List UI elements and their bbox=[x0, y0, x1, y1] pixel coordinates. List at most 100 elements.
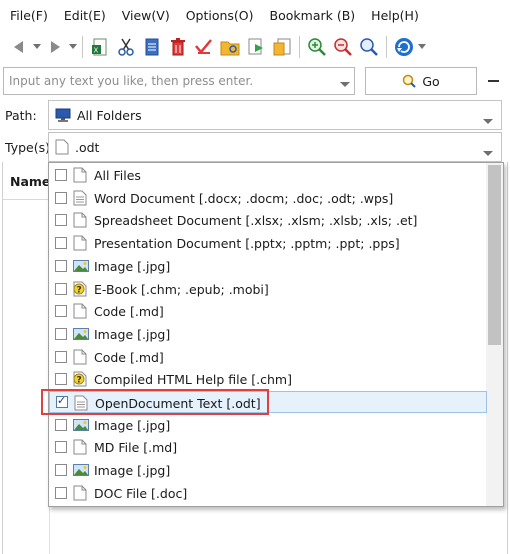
back-dropdown-icon[interactable] bbox=[32, 34, 42, 60]
selected-item-highlight bbox=[41, 389, 269, 415]
types-row: Type(s): .odt bbox=[0, 132, 510, 162]
go-button-label: Go bbox=[422, 73, 440, 89]
type-list-item-label: Image [.jpg] bbox=[94, 258, 171, 274]
image-icon bbox=[73, 462, 89, 478]
type-list-item-label: Spreadsheet Document [.xlsx; .xlsm; .xls… bbox=[94, 213, 418, 229]
blank-doc-icon bbox=[73, 349, 89, 365]
help-doc-icon: ? bbox=[73, 371, 89, 387]
menu-bar: File(F) Edit(E) View(V) Options(O) Bookm… bbox=[0, 0, 510, 32]
checkbox[interactable] bbox=[55, 441, 67, 454]
chevron-down-icon[interactable] bbox=[483, 145, 493, 160]
type-list-item[interactable]: Spreadsheet Document [.xlsx; .xlsm; .xls… bbox=[49, 209, 487, 231]
blank-doc-icon bbox=[73, 167, 89, 183]
toolbar: X bbox=[0, 32, 510, 62]
search-combobox[interactable] bbox=[3, 67, 355, 95]
svg-text:?: ? bbox=[77, 376, 82, 386]
types-value: .odt bbox=[75, 139, 100, 155]
type-list-item-label: DOC File [.doc] bbox=[94, 485, 188, 501]
refresh-dropdown-icon[interactable] bbox=[417, 34, 427, 60]
toolbar-separator bbox=[299, 36, 300, 58]
chevron-down-icon[interactable] bbox=[483, 113, 493, 128]
type-list-item-label: Code [.md] bbox=[94, 304, 164, 320]
menu-help[interactable]: Help(H) bbox=[363, 5, 427, 27]
copy-file-icon[interactable] bbox=[269, 34, 295, 60]
menu-file[interactable]: File(F) bbox=[2, 5, 56, 27]
type-list-item[interactable]: Presentation Document [.pptx; .pptm; .pp… bbox=[49, 232, 487, 254]
blank-doc-icon bbox=[73, 439, 89, 455]
forward-arrow-icon[interactable] bbox=[42, 34, 68, 60]
search-row: Go bbox=[0, 66, 510, 96]
checkbox[interactable] bbox=[55, 350, 67, 363]
path-label: Path: bbox=[5, 108, 37, 123]
delete-icon[interactable] bbox=[165, 34, 191, 60]
type-list-item[interactable]: Image [.jpg] bbox=[49, 255, 487, 277]
type-list-item[interactable]: All Files bbox=[49, 164, 487, 186]
results-list bbox=[2, 200, 50, 554]
path-combobox[interactable]: All Folders bbox=[48, 100, 502, 130]
toolbar-separator bbox=[82, 36, 83, 58]
menu-options[interactable]: Options(O) bbox=[178, 5, 262, 27]
checkbox[interactable] bbox=[55, 418, 67, 431]
menu-bookmark[interactable]: Bookmark (B) bbox=[262, 5, 364, 27]
move-file-icon[interactable] bbox=[243, 34, 269, 60]
go-button[interactable]: Go bbox=[365, 67, 477, 95]
checkbox[interactable] bbox=[55, 373, 67, 386]
image-icon bbox=[73, 326, 89, 342]
search-icon[interactable] bbox=[356, 34, 382, 60]
type-list-item-label: Image [.jpg] bbox=[94, 463, 171, 479]
path-value: All Folders bbox=[77, 107, 142, 123]
copy-icon[interactable] bbox=[139, 34, 165, 60]
type-list-item[interactable]: Code [.md] bbox=[49, 300, 487, 322]
clear-check-icon[interactable] bbox=[191, 34, 217, 60]
type-list-item[interactable]: Image [.jpg] bbox=[49, 323, 487, 345]
type-list-item[interactable]: DOC File [.doc] bbox=[49, 482, 487, 504]
type-list-item-label: Compiled HTML Help file [.chm] bbox=[94, 372, 292, 388]
type-list-item-label: All Files bbox=[94, 168, 141, 183]
back-arrow-icon[interactable] bbox=[6, 34, 32, 60]
type-list-item-label: MD File [.md] bbox=[94, 440, 178, 456]
collapse-icon[interactable] bbox=[488, 80, 499, 82]
search-icon bbox=[403, 74, 417, 88]
chevron-down-icon[interactable] bbox=[340, 77, 350, 91]
checkbox[interactable] bbox=[55, 464, 67, 477]
checkbox[interactable] bbox=[55, 282, 67, 295]
type-list-item[interactable]: Image [.jpg] bbox=[49, 414, 487, 436]
type-list-item-label: Presentation Document [.pptx; .pptm; .pp… bbox=[94, 236, 400, 252]
scrollbar-thumb[interactable] bbox=[488, 165, 501, 345]
menu-view[interactable]: View(V) bbox=[114, 5, 178, 27]
type-list-item[interactable]: ? Compiled HTML Help file [.chm] bbox=[49, 368, 487, 390]
zoom-out-icon[interactable] bbox=[330, 34, 356, 60]
types-combobox[interactable]: .odt bbox=[48, 132, 502, 162]
checkbox[interactable] bbox=[55, 191, 67, 204]
checkbox[interactable] bbox=[55, 237, 67, 250]
search-input[interactable] bbox=[4, 68, 324, 94]
type-list-item[interactable]: Word Document [.docx; .docm; .doc; .odt;… bbox=[49, 187, 487, 209]
menu-edit[interactable]: Edit(E) bbox=[56, 5, 114, 27]
path-row: Path: All Folders bbox=[0, 100, 510, 130]
blank-doc-icon bbox=[55, 139, 69, 155]
checkbox[interactable] bbox=[55, 259, 67, 272]
type-list-item-label: E-Book [.chm; .epub; .mobi] bbox=[94, 281, 269, 297]
checkbox[interactable] bbox=[55, 327, 67, 340]
type-list-item[interactable]: Image [.jpg] bbox=[49, 459, 487, 481]
refresh-icon[interactable] bbox=[391, 34, 417, 60]
open-folder-icon[interactable] bbox=[217, 34, 243, 60]
forward-dropdown-icon[interactable] bbox=[68, 34, 78, 60]
type-dropdown-list: All Files Word Document [.docx; .docm; .d… bbox=[48, 162, 504, 507]
computer-icon bbox=[55, 108, 71, 122]
zoom-in-icon[interactable] bbox=[304, 34, 330, 60]
checkbox[interactable] bbox=[55, 486, 67, 499]
scrollbar[interactable] bbox=[486, 163, 503, 506]
column-header-name[interactable]: Name bbox=[2, 164, 50, 200]
cut-icon[interactable] bbox=[113, 34, 139, 60]
blank-doc-icon bbox=[73, 235, 89, 251]
excel-export-icon[interactable]: X bbox=[87, 34, 113, 60]
image-icon bbox=[73, 417, 89, 433]
type-list-item[interactable]: MD File [.md] bbox=[49, 436, 487, 458]
checkbox[interactable] bbox=[55, 169, 67, 181]
checkbox[interactable] bbox=[55, 305, 67, 318]
type-list-item[interactable]: ? E-Book [.chm; .epub; .mobi] bbox=[49, 278, 487, 300]
type-list-item[interactable]: Code [.md] bbox=[49, 346, 487, 368]
checkbox[interactable] bbox=[55, 214, 67, 227]
type-list-item-label: Code [.md] bbox=[94, 349, 164, 365]
